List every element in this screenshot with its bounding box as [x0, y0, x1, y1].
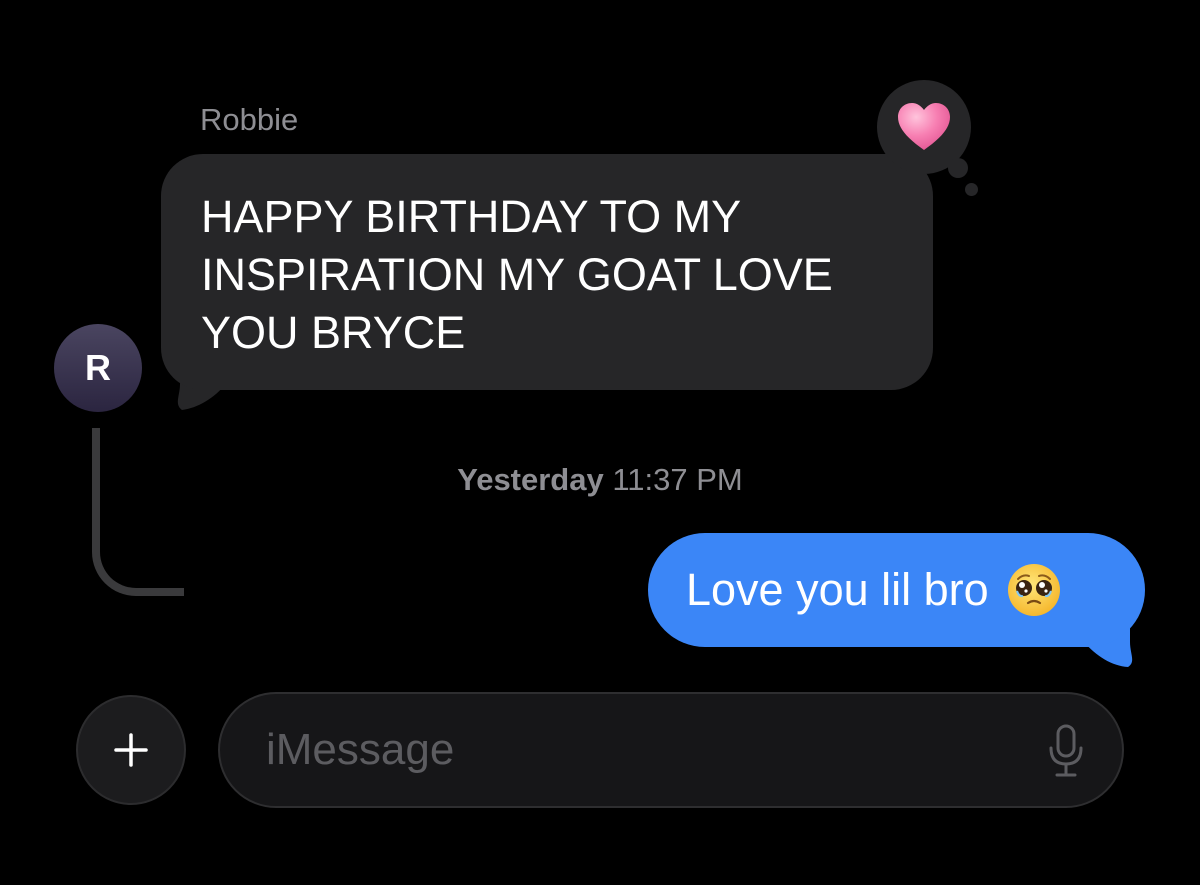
avatar-initial: R [85, 347, 111, 388]
outgoing-message-bubble[interactable]: Love you lil bro [648, 533, 1145, 647]
incoming-message-line: HAPPY BIRTHDAY TO MY [201, 191, 742, 242]
incoming-message-text: HAPPY BIRTHDAY TO MY INSPIRATION MY GOAT… [201, 188, 893, 362]
message-input-container [218, 692, 1124, 808]
avatar[interactable]: R [54, 324, 142, 412]
tapback-tail-dot [965, 183, 978, 196]
incoming-message-line: YOU BRYCE [201, 307, 466, 358]
outgoing-message-text: Love you lil bro [686, 564, 989, 615]
reply-thread-line [92, 428, 184, 596]
microphone-icon[interactable] [1046, 724, 1086, 780]
pleading-face-icon [1007, 564, 1060, 616]
plus-icon [114, 733, 148, 767]
timestamp-time: 11:37 PM [612, 462, 743, 497]
message-input[interactable] [264, 724, 1028, 776]
incoming-message-bubble[interactable]: HAPPY BIRTHDAY TO MY INSPIRATION MY GOAT… [161, 154, 933, 390]
sender-name: Robbie [200, 102, 299, 137]
incoming-message-line: INSPIRATION MY GOAT LOVE [201, 249, 833, 300]
message-timestamp: Yesterday 11:37 PM [0, 462, 1200, 498]
heart-icon [898, 103, 950, 150]
add-attachment-button[interactable] [76, 695, 186, 805]
timestamp-day: Yesterday [457, 462, 604, 497]
tapback-tail-dot [948, 158, 968, 178]
